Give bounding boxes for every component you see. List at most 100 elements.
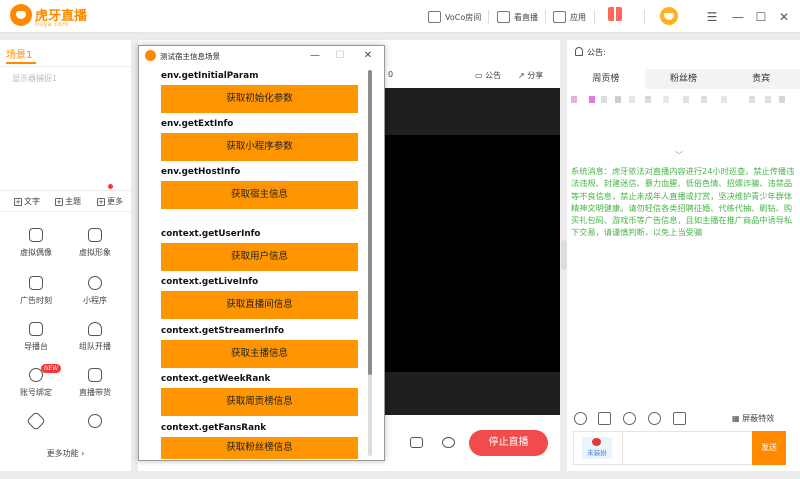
tool-link[interactable] xyxy=(65,411,125,434)
minimize-icon[interactable]: — xyxy=(308,49,322,63)
chat-input[interactable] xyxy=(622,432,755,464)
grid-icon xyxy=(553,11,566,23)
tool-live-commerce[interactable]: 直播带货 xyxy=(65,368,125,412)
dialog-scrollbar[interactable] xyxy=(368,70,372,456)
gift-box-icon[interactable] xyxy=(673,412,686,425)
tool-mini-program[interactable]: 小程序 xyxy=(65,276,125,320)
add-more-button[interactable]: + 更多 xyxy=(97,196,123,207)
new-badge: NEW xyxy=(41,364,62,373)
chat-panel: 公告: 周贡榜 粉丝榜 贵宾 ﹀ 系统消息：虎牙依法对直播内容进行24小时巡查，… xyxy=(567,40,800,471)
tool-label: 直播带货 xyxy=(79,388,111,397)
camera-icon[interactable] xyxy=(410,437,423,448)
bell-icon xyxy=(575,47,583,56)
sticker-icon[interactable] xyxy=(623,412,636,425)
stop-live-button[interactable]: 停止直播 xyxy=(469,430,548,456)
huya-logo: 虎牙直播 huya.com xyxy=(10,4,88,30)
plus-icon: + xyxy=(97,198,105,206)
add-theme-label: 主题 xyxy=(65,197,81,206)
close-icon[interactable]: ✕ xyxy=(776,9,792,25)
people-icon xyxy=(88,322,102,336)
api-label: context.getLiveInfo xyxy=(161,277,259,287)
share-label: 分享 xyxy=(527,71,544,80)
tool-ad-time[interactable]: 广告时刻 xyxy=(6,276,66,320)
avatar[interactable] xyxy=(660,7,678,25)
watch-live-button[interactable]: 看直播 xyxy=(497,9,538,25)
add-more-label: 更多 xyxy=(107,197,123,206)
smile-icon[interactable] xyxy=(648,412,661,425)
scene-source-item[interactable]: 显示器捕捉1 xyxy=(12,73,57,84)
tool-eraser[interactable] xyxy=(6,411,66,434)
emoji-icon[interactable] xyxy=(574,412,587,425)
system-message: 系统消息：虎牙依法对直播内容进行24小时巡查，禁止传播违法违规、封建迷信、暴力血… xyxy=(571,166,795,238)
tool-virtual-avatar[interactable]: 虚拟形象 xyxy=(65,228,125,272)
get-streamer-info-button[interactable]: 获取主播信息 xyxy=(161,340,358,368)
tool-label: 广告时刻 xyxy=(20,296,52,305)
api-label: context.getWeekRank xyxy=(161,374,271,384)
divider xyxy=(594,10,595,24)
cat-face-icon xyxy=(29,228,43,242)
maximize-icon: ☐ xyxy=(335,50,345,61)
danmaku-icon[interactable] xyxy=(598,412,611,425)
voco-room-button[interactable]: VoCo房间 xyxy=(428,9,481,25)
mini-program-icon xyxy=(88,276,102,290)
dialog-title: 测试宿主信息场景 xyxy=(160,52,220,61)
api-label: context.getUserInfo xyxy=(161,229,261,239)
tool-label: 虚拟形象 xyxy=(79,248,111,257)
get-user-info-button[interactable]: 获取用户信息 xyxy=(161,243,358,271)
chain-icon xyxy=(85,411,105,431)
add-source-row: + 文字 + 主题 + 更多 xyxy=(0,190,131,212)
chat-bubble-icon: ▭ xyxy=(475,71,486,80)
gift-icon[interactable] xyxy=(608,7,622,21)
get-host-info-button[interactable]: 获取宿主信息 xyxy=(161,181,358,209)
shield-effects-toggle[interactable]: ▦ 屏蔽特效 xyxy=(732,413,774,424)
tool-label: 组队开播 xyxy=(79,342,111,351)
more-functions-button[interactable]: 更多功能 › xyxy=(0,448,131,459)
get-ext-info-button[interactable]: 获取小程序参数 xyxy=(161,133,358,161)
api-label: env.getHostInfo xyxy=(161,167,241,177)
chat-input-area: 未装扮 xyxy=(573,431,755,465)
divider xyxy=(545,10,546,24)
tab-fans-rank[interactable]: 粉丝榜 xyxy=(645,69,723,89)
scrollbar-thumb[interactable] xyxy=(368,70,372,375)
tool-team-live[interactable]: 组队开播 xyxy=(65,322,125,366)
tab-weekly-rank[interactable]: 周贡榜 xyxy=(567,69,645,89)
menu-icon[interactable]: ☰ xyxy=(704,9,720,25)
watch-live-label: 看直播 xyxy=(514,12,538,22)
get-initial-param-button[interactable]: 获取初始化参数 xyxy=(161,85,358,113)
tool-account-binding[interactable]: 账号绑定 xyxy=(6,365,66,412)
tab-vip[interactable]: 贵宾 xyxy=(722,69,800,89)
apps-button[interactable]: 应用 xyxy=(553,9,586,25)
tool-label: 账号绑定 xyxy=(20,388,52,397)
api-label: context.getFansRank xyxy=(161,423,267,433)
divider xyxy=(0,66,131,67)
notification-dot xyxy=(108,184,113,189)
dialog-titlebar[interactable]: 测试宿主信息场景 — ☐ ✕ xyxy=(139,46,384,66)
tool-label: 小程序 xyxy=(83,296,107,305)
tool-director[interactable]: 导播台 xyxy=(6,322,66,366)
minimize-icon[interactable]: — xyxy=(730,9,746,25)
tool-virtual-idol[interactable]: 虚拟偶像 xyxy=(6,228,66,272)
send-button[interactable]: 发送 xyxy=(752,431,786,465)
top-bar: 虎牙直播 huya.com VoCo房间 看直播 应用 ☰ — ☐ ✕ xyxy=(0,0,800,33)
add-theme-button[interactable]: + 主题 xyxy=(55,196,81,207)
scene-panel: 场景1 显示器捕捉1 + 文字 + 主题 + 更多 虚拟偶像 虚拟形象 广告时刻 小程… xyxy=(0,40,131,471)
eye-icon[interactable] xyxy=(442,437,455,448)
monitor-play-icon xyxy=(29,322,43,336)
notice-button[interactable]: ▭ 公告 xyxy=(475,70,501,81)
close-icon[interactable]: ✕ xyxy=(361,49,375,63)
huya-logo-icon xyxy=(145,50,156,61)
scene-tab[interactable]: 场景1 xyxy=(6,46,32,61)
share-button[interactable]: ↗ 分享 xyxy=(518,70,543,81)
chevron-down-icon[interactable]: ﹀ xyxy=(675,150,683,161)
tool-label: 虚拟偶像 xyxy=(20,248,52,257)
maximize-icon[interactable]: ☐ xyxy=(753,9,769,25)
add-text-button[interactable]: + 文字 xyxy=(14,196,40,207)
fan-badge[interactable]: 未装扮 xyxy=(582,437,612,459)
get-fans-rank-button[interactable]: 获取粉丝榜信息 xyxy=(161,437,358,459)
host-info-dialog: 测试宿主信息场景 — ☐ ✕ env.getInitialParam 获取初始化… xyxy=(138,45,385,461)
plus-icon: + xyxy=(14,198,22,206)
huya-logo-icon xyxy=(10,4,32,26)
share-icon: ↗ xyxy=(518,71,528,80)
get-week-rank-button[interactable]: 获取周贡榜信息 xyxy=(161,388,358,416)
get-live-info-button[interactable]: 获取直播间信息 xyxy=(161,291,358,319)
